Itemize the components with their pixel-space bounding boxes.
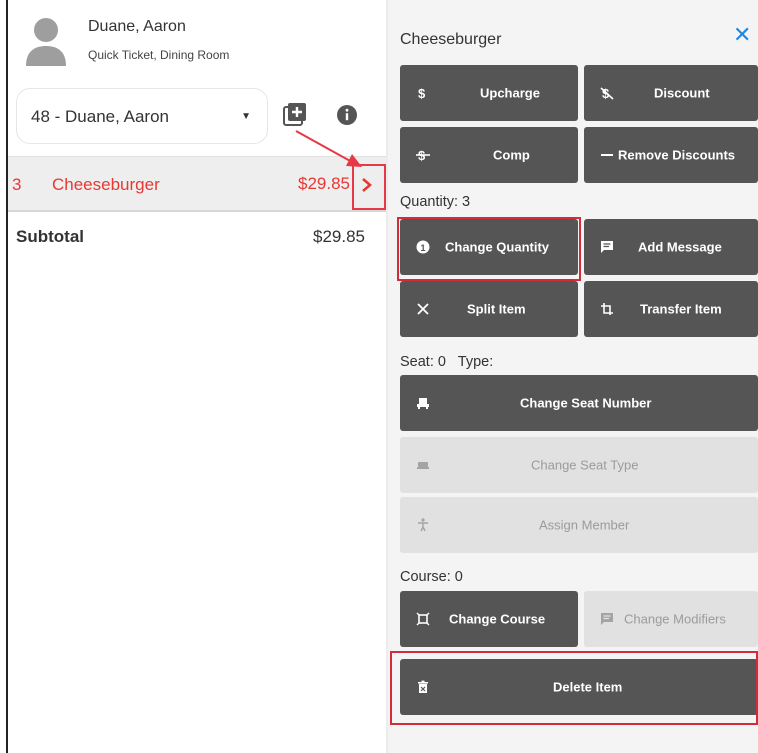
change-seat-type-button[interactable]: Change Seat Type — [400, 437, 758, 493]
modifiers-icon — [601, 613, 613, 625]
order-item-row[interactable]: 3 Cheeseburger $29.85 — [8, 156, 386, 212]
add-message-button[interactable]: Add Message — [584, 219, 758, 275]
close-icon[interactable]: ✕ — [733, 24, 751, 46]
change-seat-number-button[interactable]: Change Seat Number — [400, 375, 758, 431]
comp-label: Comp — [493, 147, 530, 163]
message-icon — [601, 241, 613, 253]
seat-type-icon — [417, 462, 429, 469]
customer-name: Duane, Aaron — [88, 18, 186, 35]
upcharge-label: Upcharge — [480, 85, 540, 101]
person-icon — [418, 518, 428, 532]
change-course-label: Change Course — [449, 611, 546, 627]
split-item-button[interactable]: Split Item — [400, 281, 578, 337]
chevron-highlight-box — [352, 164, 386, 210]
svg-text:$: $ — [418, 86, 426, 100]
item-quantity: 3 — [12, 175, 22, 194]
add-message-label: Add Message — [638, 239, 722, 255]
transfer-item-label: Transfer Item — [640, 301, 722, 317]
ticket-select[interactable]: 48 - Duane, Aaron ▼ — [16, 88, 268, 144]
ticket-select-value: 48 - Duane, Aaron — [31, 107, 169, 126]
dollar-icon: $ — [418, 86, 426, 100]
discount-label: Discount — [654, 85, 710, 101]
seat-icon — [417, 398, 429, 409]
dropdown-caret-icon: ▼ — [241, 111, 251, 122]
add-ticket-icon[interactable] — [283, 102, 307, 126]
item-name: Cheeseburger — [52, 175, 160, 194]
split-icon — [417, 303, 429, 315]
change-seat-type-label: Change Seat Type — [531, 457, 639, 473]
change-modifiers-button[interactable]: Change Modifiers — [584, 591, 758, 647]
subtotal-value: $29.85 — [313, 227, 365, 246]
delete-item-highlight-box — [390, 651, 758, 725]
comp-button[interactable]: $ Comp — [400, 127, 578, 183]
split-item-label: Split Item — [467, 301, 526, 317]
avatar — [26, 18, 66, 66]
info-icon[interactable] — [336, 104, 358, 126]
change-seat-number-label: Change Seat Number — [520, 395, 652, 411]
panel-title: Cheeseburger — [400, 31, 502, 48]
change-course-button[interactable]: Change Course — [400, 591, 578, 647]
customer-subtitle: Quick Ticket, Dining Room — [88, 48, 230, 62]
discount-icon: $ — [600, 86, 614, 100]
remove-discounts-button[interactable]: Remove Discounts — [584, 127, 758, 183]
customer-header: Duane, Aaron Quick Ticket, Dining Room — [16, 10, 386, 70]
remove-discounts-label: Remove Discounts — [618, 147, 736, 163]
transfer-icon — [601, 303, 613, 315]
assign-member-label: Assign Member — [539, 517, 630, 533]
minus-icon — [601, 154, 613, 156]
quantity-label: Quantity: 3 — [400, 194, 471, 210]
seat-label: Seat: 0 Type: — [400, 354, 494, 370]
discount-button[interactable]: $ Discount — [584, 65, 758, 121]
item-actions-panel: Cheeseburger ✕ $ Upcharge $ Discount $ C… — [388, 0, 758, 753]
subtotal-label: Subtotal — [16, 227, 84, 246]
comp-icon: $ — [416, 148, 430, 162]
course-icon — [416, 612, 430, 626]
course-label: Course: 0 — [400, 569, 463, 585]
upcharge-button[interactable]: $ Upcharge — [400, 65, 578, 121]
transfer-item-button[interactable]: Transfer Item — [584, 281, 758, 337]
item-price: $29.85 — [298, 174, 350, 193]
assign-member-button[interactable]: Assign Member — [400, 497, 758, 553]
change-modifiers-label: Change Modifiers — [624, 611, 726, 627]
change-quantity-highlight-box — [397, 217, 581, 281]
